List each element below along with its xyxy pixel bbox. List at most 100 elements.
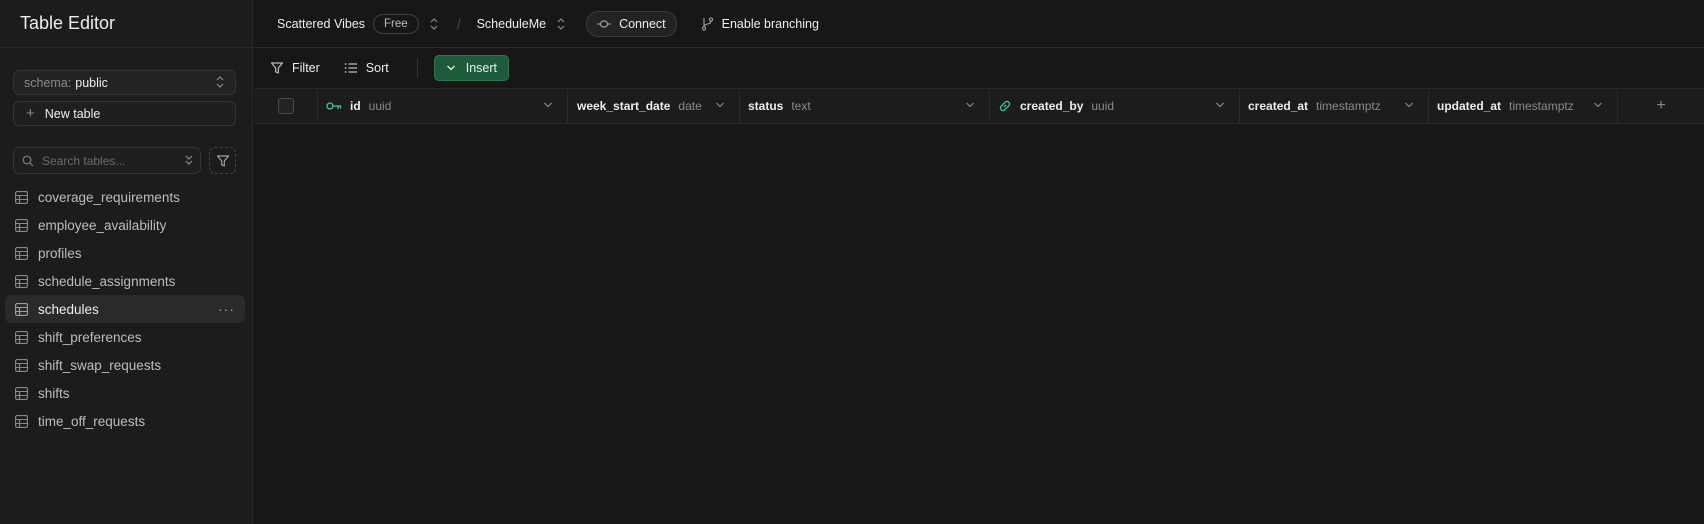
table-icon: [15, 218, 28, 232]
sidebar-title: Table Editor: [0, 0, 252, 48]
table-icon: [15, 274, 28, 288]
column-name: status: [748, 99, 784, 113]
table-list: coverage_requirements employee_availabil…: [5, 183, 245, 435]
column-type: text: [791, 99, 811, 113]
column-type: timestamptz: [1509, 99, 1574, 113]
table-item-label: schedule_assignments: [38, 273, 176, 289]
column-name: updated_at: [1437, 99, 1502, 113]
column-header-id[interactable]: id uuid: [318, 89, 568, 123]
sort-button[interactable]: Sort: [344, 61, 389, 75]
column-header-updated-at[interactable]: updated_at timestamptz: [1429, 89, 1618, 123]
grid-body: [254, 124, 1704, 524]
toolbar-divider: [416, 58, 418, 78]
table-item-label: time_off_requests: [38, 413, 146, 429]
schema-value: public: [75, 75, 108, 90]
schema-label: schema:: [24, 75, 72, 90]
primary-key-icon: [326, 101, 342, 111]
filter-label: Filter: [292, 61, 320, 75]
column-type: uuid: [368, 99, 392, 113]
search-tables-box[interactable]: [13, 147, 201, 174]
add-column-button[interactable]: +: [1618, 89, 1704, 123]
table-icon: [15, 302, 28, 316]
column-type: timestamptz: [1316, 99, 1381, 113]
select-all-cell: [254, 89, 318, 123]
chevron-down-icon[interactable]: [1593, 101, 1603, 109]
table-item-label: shift_swap_requests: [38, 357, 162, 373]
chevron-double-down-icon[interactable]: [184, 153, 194, 170]
column-header-created-by[interactable]: created_by uuid: [990, 89, 1240, 123]
table-item-schedules[interactable]: schedules ···: [5, 295, 245, 323]
table-item-label: profiles: [38, 245, 82, 261]
table-item-label: shift_preferences: [38, 329, 142, 345]
column-type: date: [678, 99, 702, 113]
table-item-shift-swap-requests[interactable]: shift_swap_requests: [5, 351, 245, 379]
plan-badge: Free: [373, 13, 419, 34]
table-icon: [15, 190, 28, 204]
plus-icon: +: [26, 105, 35, 122]
search-tables-input[interactable]: [40, 152, 174, 169]
table-item-schedule-assignments[interactable]: schedule_assignments: [5, 267, 245, 295]
chevron-up-down-icon[interactable]: [429, 17, 439, 31]
chevron-up-down-icon[interactable]: [556, 17, 566, 31]
git-branch-icon: [701, 16, 714, 31]
chevron-down-icon[interactable]: [1404, 101, 1414, 109]
column-header-created-at[interactable]: created_at timestamptz: [1240, 89, 1429, 123]
table-item-label: shifts: [38, 385, 70, 401]
enable-branching-label: Enable branching: [721, 16, 819, 31]
table-icon: [15, 414, 28, 428]
enable-branching-button[interactable]: Enable branching: [701, 17, 819, 31]
topbar: Scattered Vibes Free / ScheduleMe Connec…: [254, 0, 1704, 48]
filter-tables-button[interactable]: [209, 147, 236, 174]
column-name: created_at: [1248, 99, 1309, 113]
chevron-down-icon[interactable]: [543, 101, 553, 109]
project-name[interactable]: ScheduleMe: [477, 17, 547, 31]
list-icon: [344, 62, 358, 74]
sort-label: Sort: [365, 61, 389, 75]
chevron-up-down-icon: [215, 75, 225, 92]
column-type: uuid: [1091, 99, 1115, 113]
breadcrumb-separator: /: [456, 15, 461, 32]
new-table-label: New table: [44, 106, 101, 121]
table-icon: [15, 330, 28, 344]
connect-label: Connect: [619, 16, 666, 31]
column-header-status[interactable]: status text: [740, 89, 990, 123]
plug-icon: [597, 19, 611, 29]
table-item-label: schedules: [38, 301, 99, 317]
insert-label: Insert: [465, 61, 497, 75]
sidebar: Table Editor schema: public + New table: [0, 0, 253, 524]
table-icon: [15, 386, 28, 400]
table-icon: [15, 246, 28, 260]
more-options-icon[interactable]: ···: [218, 301, 235, 317]
org-name[interactable]: Scattered Vibes: [277, 17, 365, 31]
app: Table Editor schema: public + New table: [0, 0, 1704, 524]
grid-toolbar: Filter Sort Insert: [254, 48, 1704, 89]
filter-button[interactable]: Filter: [270, 61, 320, 75]
table-item-label: coverage_requirements: [38, 189, 180, 205]
chevron-down-icon[interactable]: [965, 101, 975, 109]
table-item-shift-preferences[interactable]: shift_preferences: [5, 323, 245, 351]
table-item-shifts[interactable]: shifts: [5, 379, 245, 407]
new-table-button[interactable]: + New table: [13, 101, 236, 126]
chevron-down-icon: [446, 64, 456, 72]
search-icon: [22, 155, 34, 167]
table-icon: [15, 358, 28, 372]
filter-icon: [216, 154, 230, 168]
schema-select[interactable]: schema: public: [13, 70, 236, 95]
chevron-down-icon[interactable]: [715, 101, 725, 109]
chevron-down-icon[interactable]: [1215, 101, 1225, 109]
column-name: created_by: [1020, 99, 1084, 113]
table-item-employee-availability[interactable]: employee_availability: [5, 211, 245, 239]
table-item-time-off-requests[interactable]: time_off_requests: [5, 407, 245, 435]
select-all-checkbox[interactable]: [277, 98, 294, 114]
table-item-label: employee_availability: [38, 217, 167, 233]
column-header-week-start-date[interactable]: week_start_date date: [568, 89, 740, 123]
connect-button[interactable]: Connect: [586, 10, 677, 37]
table-item-profiles[interactable]: profiles: [5, 239, 245, 267]
column-name: id: [350, 99, 361, 113]
grid-header: id uuid week_start_date date status text…: [254, 89, 1704, 124]
table-item-coverage-requirements[interactable]: coverage_requirements: [5, 183, 245, 211]
insert-button[interactable]: Insert: [433, 55, 509, 81]
column-name: week_start_date: [577, 99, 671, 113]
filter-icon: [270, 61, 284, 75]
link-icon: [998, 99, 1012, 113]
